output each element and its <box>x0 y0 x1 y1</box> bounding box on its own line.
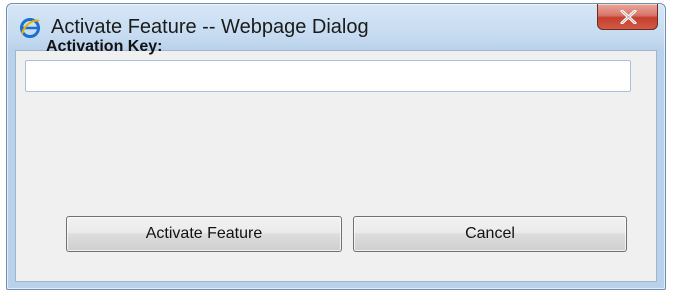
activation-key-label: Activation Key: <box>46 38 163 55</box>
window-title: Activate Feature -- Webpage Dialog <box>51 16 369 38</box>
activate-feature-button[interactable]: Activate Feature <box>66 216 342 252</box>
close-button[interactable] <box>597 4 658 30</box>
internet-explorer-icon <box>19 17 41 39</box>
cancel-button[interactable]: Cancel <box>353 216 627 252</box>
close-icon <box>620 10 637 24</box>
activation-key-input[interactable] <box>25 60 631 92</box>
